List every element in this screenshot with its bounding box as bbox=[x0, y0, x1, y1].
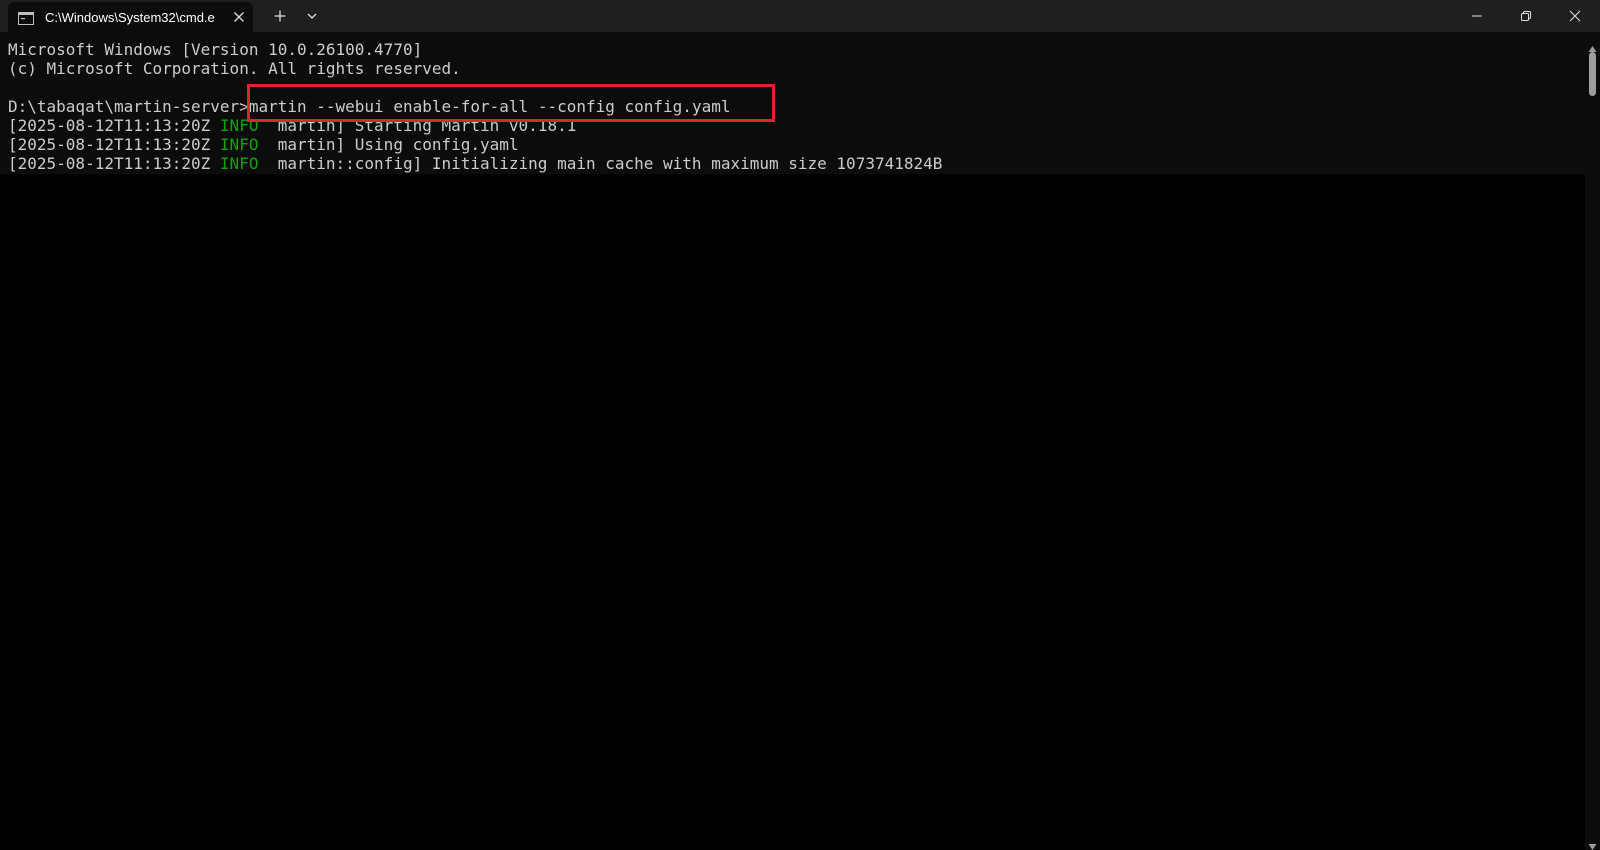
log-timestamp: [2025-08-12T11:13:20Z bbox=[8, 154, 220, 173]
plus-icon[interactable] bbox=[272, 8, 288, 24]
tab-cmd[interactable]: C:\Windows\System32\cmd.e bbox=[8, 2, 253, 32]
log-level: INFO bbox=[219, 135, 259, 154]
scroll-down-icon[interactable] bbox=[1588, 836, 1597, 850]
log-line: [2025-08-12T11:13:20Z INFO martin] Using… bbox=[8, 135, 519, 154]
command-highlight bbox=[247, 84, 775, 122]
terminal-icon bbox=[18, 10, 34, 25]
restore-button[interactable] bbox=[1503, 0, 1549, 32]
restore-icon bbox=[1521, 11, 1531, 21]
terminal-window: C:\Windows\System32\cmd.e Microsoft Wind… bbox=[0, 0, 1600, 850]
minimize-button[interactable] bbox=[1454, 0, 1500, 32]
prompt: D:\tabaqat\martin-server> bbox=[8, 97, 249, 116]
log-timestamp: [2025-08-12T11:13:20Z bbox=[8, 135, 220, 154]
redacted-area bbox=[0, 174, 1585, 850]
log-message: martin] Using config.yaml bbox=[258, 135, 519, 154]
console-line: (c) Microsoft Corporation. All rights re… bbox=[8, 59, 461, 78]
scroll-up-icon[interactable] bbox=[1588, 38, 1597, 52]
close-window-button[interactable] bbox=[1552, 0, 1598, 32]
console-output[interactable]: Microsoft Windows [Version 10.0.26100.47… bbox=[0, 32, 1585, 850]
log-level: INFO bbox=[219, 154, 259, 173]
tab-title: C:\Windows\System32\cmd.e bbox=[45, 10, 215, 25]
vertical-scrollbar[interactable] bbox=[1585, 32, 1600, 850]
log-timestamp: [2025-08-12T11:13:20Z bbox=[8, 116, 220, 135]
log-message: martin::config] Initializing main cache … bbox=[258, 154, 943, 173]
close-icon[interactable] bbox=[231, 9, 247, 25]
log-line: [2025-08-12T11:13:20Z INFO martin::confi… bbox=[8, 154, 942, 173]
minimize-icon bbox=[1472, 15, 1482, 17]
console-line: Microsoft Windows [Version 10.0.26100.47… bbox=[8, 40, 423, 59]
title-bar: C:\Windows\System32\cmd.e bbox=[0, 0, 1600, 32]
scroll-thumb[interactable] bbox=[1589, 52, 1596, 96]
close-icon bbox=[1569, 10, 1581, 22]
chevron-down-icon[interactable] bbox=[304, 8, 320, 24]
